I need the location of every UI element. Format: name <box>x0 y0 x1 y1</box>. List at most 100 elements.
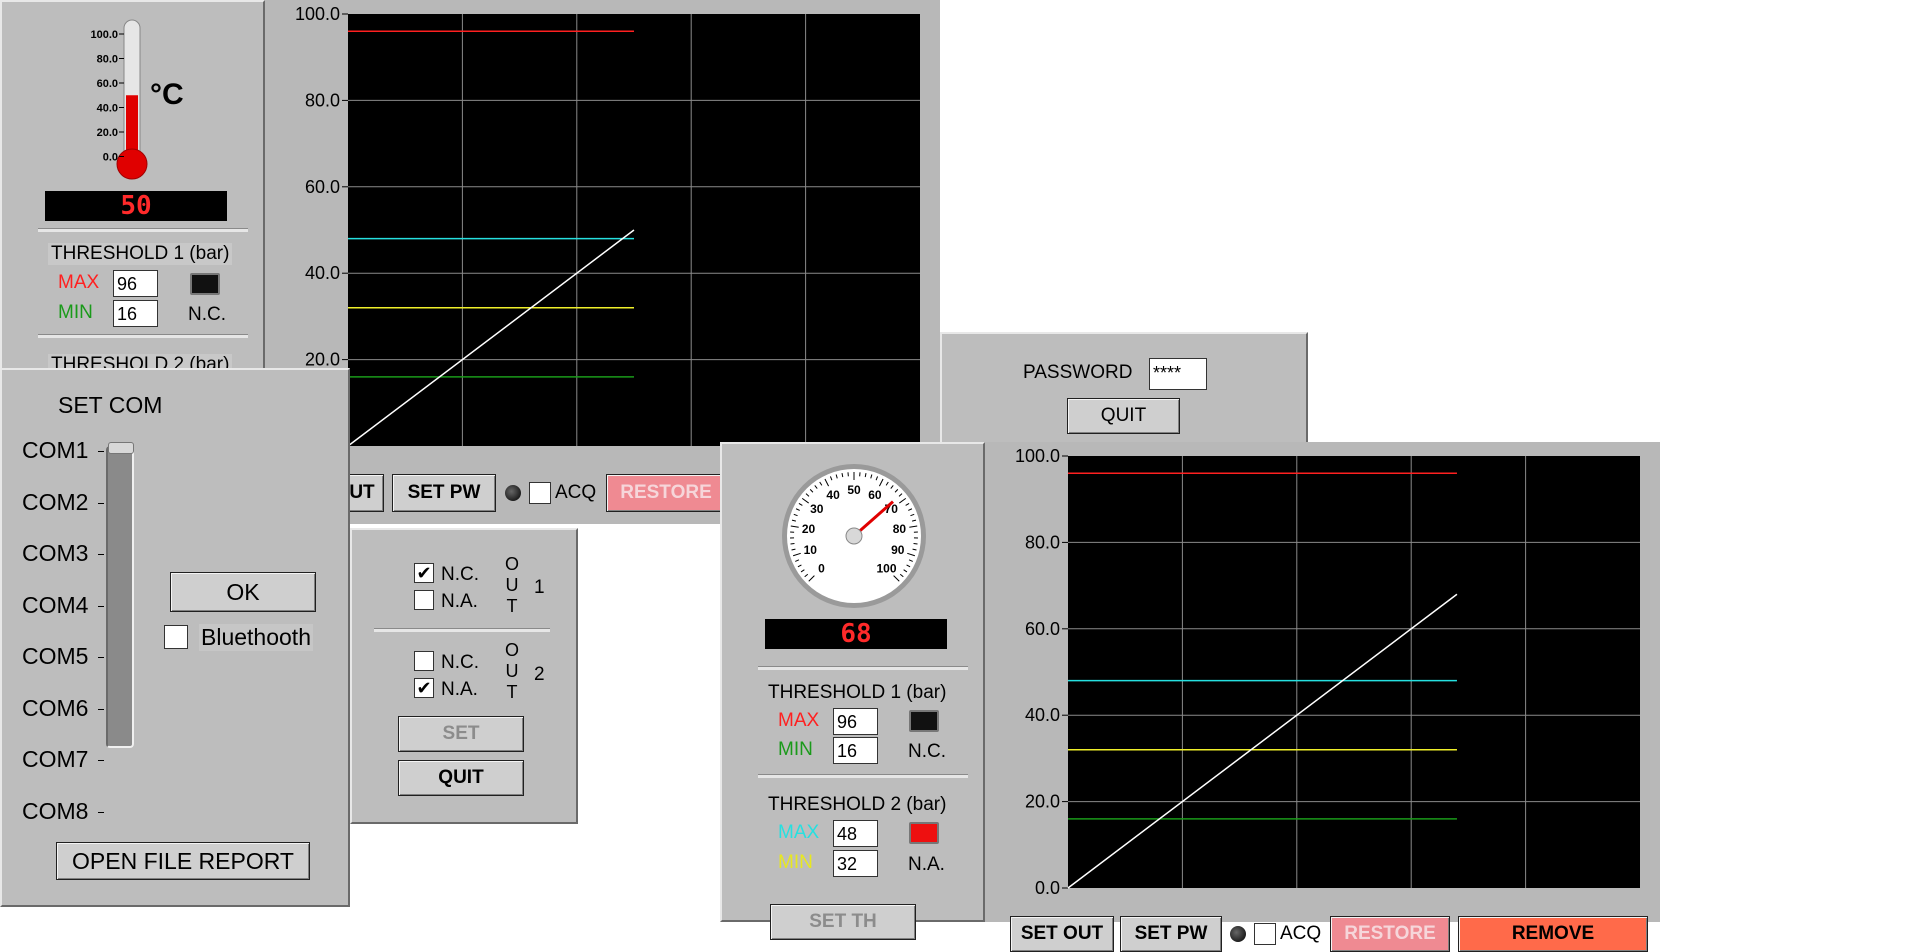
com-port-tick <box>98 812 104 813</box>
restore-button-b[interactable]: RESTORE <box>1330 916 1450 952</box>
out2-na-label: N.A. <box>441 679 478 701</box>
com-port-label: COM4 <box>22 592 88 619</box>
out2-na-checkbox[interactable]: ✔ <box>414 678 434 698</box>
threshold1-led-b <box>909 710 939 732</box>
com-port-label: COM6 <box>22 695 88 722</box>
y-tick-label: 100.0 <box>1015 446 1060 466</box>
digital-display-b: 68 <box>765 619 947 649</box>
out1-letter: U <box>505 575 519 596</box>
main-window-b: 0102030405060708090100 68 THRESHOLD 1 (b… <box>720 442 1660 922</box>
remove-button[interactable]: REMOVE <box>1458 916 1648 952</box>
max2-label-b: MAX <box>778 822 819 844</box>
max-label-b: MAX <box>778 710 819 732</box>
out1-nc-checkbox[interactable]: ✔ <box>414 563 434 583</box>
set-out-button-b[interactable]: SET OUT <box>1010 916 1114 952</box>
max-input-b[interactable]: 96 <box>833 708 878 735</box>
digital-display-a: 50 <box>45 191 227 221</box>
threshold2-title-b: THRESHOLD 2 (bar) <box>768 794 946 816</box>
out2-vertical-label: O U T <box>505 640 519 703</box>
y-tick-label: 40.0 <box>305 263 340 283</box>
y-tick-label: 100.0 <box>295 4 340 24</box>
open-file-report-button[interactable]: OPEN FILE REPORT <box>56 842 310 880</box>
divider <box>38 228 248 232</box>
password-input[interactable]: **** <box>1149 358 1207 390</box>
max-input-a[interactable]: 96 <box>113 270 158 297</box>
restore-button-a[interactable]: RESTORE <box>606 474 726 512</box>
thermometer-tick-label: 0.0 <box>103 152 118 164</box>
set-th-button[interactable]: SET TH <box>770 904 916 940</box>
out2-letter: O <box>505 640 519 661</box>
gauge-tick-label: 50 <box>847 483 861 497</box>
pressure-dial-gauge: 0102030405060708090100 <box>778 460 930 612</box>
gauge-tick-label: 60 <box>868 488 882 502</box>
gauge-hub <box>846 528 862 544</box>
threshold2-led-b <box>909 822 939 844</box>
y-tick-label: 60.0 <box>305 177 340 197</box>
max2-input-b[interactable]: 48 <box>833 820 878 847</box>
com-port-tick <box>98 760 104 761</box>
com-port-tick <box>98 554 104 555</box>
gauge-tick-label: 30 <box>810 502 824 516</box>
out2-nc-checkbox[interactable] <box>414 651 434 671</box>
threshold1-led-a <box>190 273 220 295</box>
bluetooth-label: Bluethooth <box>199 624 313 651</box>
acq-label-b: ACQ <box>1280 923 1321 945</box>
min2-input-b[interactable]: 32 <box>833 850 878 877</box>
out2-number: 2 <box>534 664 545 686</box>
password-label: PASSWORD <box>1023 362 1132 384</box>
com-slider-track[interactable] <box>106 446 134 748</box>
gauge-tick <box>914 544 918 545</box>
com-port-tick <box>98 606 104 607</box>
com-port-label: COM2 <box>22 489 88 516</box>
outputs-set-button[interactable]: SET <box>398 716 524 752</box>
com-ok-button[interactable]: OK <box>170 572 316 612</box>
unit-label: °C <box>150 78 184 112</box>
pressure-chart-a: 100.080.060.040.020.0 <box>268 0 920 450</box>
password-quit-button[interactable]: QUIT <box>1067 398 1180 434</box>
y-tick-label: 0.0 <box>1035 878 1060 898</box>
out2-nc-label: N.C. <box>441 652 479 674</box>
set-pw-button-a[interactable]: SET PW <box>392 474 496 512</box>
divider <box>758 774 968 778</box>
gauge-tick-label: 40 <box>826 488 840 502</box>
outputs-quit-button[interactable]: QUIT <box>398 760 524 796</box>
gauge-tick-label: 20 <box>802 522 816 536</box>
pressure-chart-b: 100.080.060.040.020.00.0 <box>988 442 1640 892</box>
y-tick-label: 20.0 <box>1025 792 1060 812</box>
threshold1-state-a: N.C. <box>188 304 226 326</box>
out1-na-label: N.A. <box>441 591 478 613</box>
min2-label-b: MIN <box>778 852 813 874</box>
gauge-tick-label: 0 <box>818 562 825 576</box>
gauge-tick <box>791 544 795 545</box>
gauge-tick-label: 100 <box>877 562 897 576</box>
divider <box>374 628 550 632</box>
y-tick-label: 20.0 <box>305 350 340 370</box>
set-pw-button-b[interactable]: SET PW <box>1120 916 1222 952</box>
thermometer-scale: 100.080.060.040.020.00.0 <box>90 29 124 164</box>
thermometer-tick-label: 100.0 <box>90 29 118 41</box>
thermometer-tick-label: 60.0 <box>97 78 118 90</box>
acq-checkbox-b[interactable] <box>1254 923 1276 945</box>
min-input-a[interactable]: 16 <box>113 300 158 327</box>
thermometer-tick-label: 40.0 <box>97 103 118 115</box>
com-port-label: COM8 <box>22 798 88 825</box>
com-port-label: COM5 <box>22 643 88 670</box>
y-tick-label: 80.0 <box>1025 532 1060 552</box>
output-config-window: ✔ N.C. N.A. O U T 1 N.C. ✔ N.A. O U T 2 … <box>350 528 578 824</box>
out1-letter: O <box>505 554 519 575</box>
com-slider-thumb[interactable] <box>108 442 134 454</box>
min-label-a: MIN <box>58 302 93 324</box>
min-input-b[interactable]: 16 <box>833 737 878 764</box>
y-tick-label: 60.0 <box>1025 619 1060 639</box>
gauge-tick-label: 10 <box>804 543 818 557</box>
divider <box>38 334 248 338</box>
com-port-label: COM3 <box>22 540 88 567</box>
set-com-title: SET COM <box>58 392 162 419</box>
acq-checkbox-a[interactable] <box>529 482 551 504</box>
gauge-tick-label: 80 <box>893 522 907 536</box>
bluetooth-checkbox[interactable] <box>164 625 188 649</box>
out1-nc-label: N.C. <box>441 564 479 586</box>
out2-letter: T <box>505 682 519 703</box>
threshold2-state-b: N.A. <box>908 854 945 876</box>
out1-na-checkbox[interactable] <box>414 590 434 610</box>
